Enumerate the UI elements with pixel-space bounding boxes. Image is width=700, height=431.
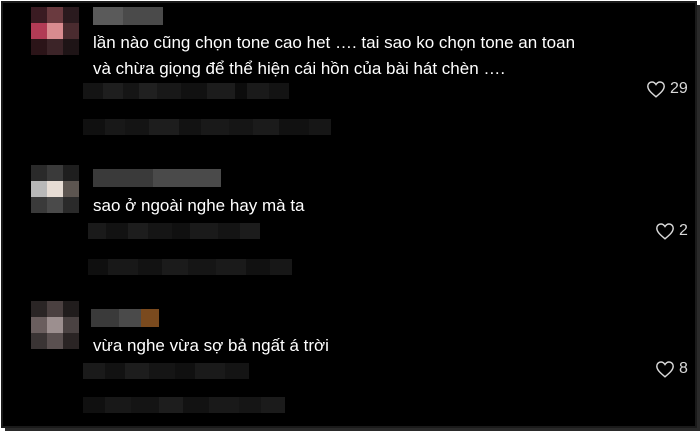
username[interactable] [91,309,159,327]
comment-text: vừa nghe vừa sợ bả ngất á trời [93,336,329,355]
avatar[interactable] [31,301,79,349]
like-button[interactable]: 29 [646,80,688,98]
heart-icon [656,223,674,240]
comment-text: sao ở ngoài nghe hay mà ta [93,196,305,215]
like-count: 29 [670,80,688,97]
reply-preview-row [83,119,331,135]
avatar[interactable] [31,7,79,55]
view-replies-row[interactable] [88,223,260,239]
reply-preview-row [88,259,292,275]
avatar[interactable] [31,165,79,213]
heart-icon [656,361,674,378]
heart-icon [647,81,665,98]
username[interactable] [93,7,163,25]
reply-preview-row [83,397,285,413]
view-replies-row[interactable] [83,83,289,99]
like-count: 2 [679,222,688,239]
comment-text: lần nào cũng chọn tone cao het …. tai sa… [93,33,580,78]
like-button[interactable]: 2 [655,222,688,240]
like-button[interactable]: 8 [655,360,688,378]
username[interactable] [93,169,221,187]
like-count: 8 [679,360,688,377]
comments-panel: lần nào cũng chọn tone cao het …. tai sa… [1,1,697,428]
view-replies-row[interactable] [83,363,249,379]
